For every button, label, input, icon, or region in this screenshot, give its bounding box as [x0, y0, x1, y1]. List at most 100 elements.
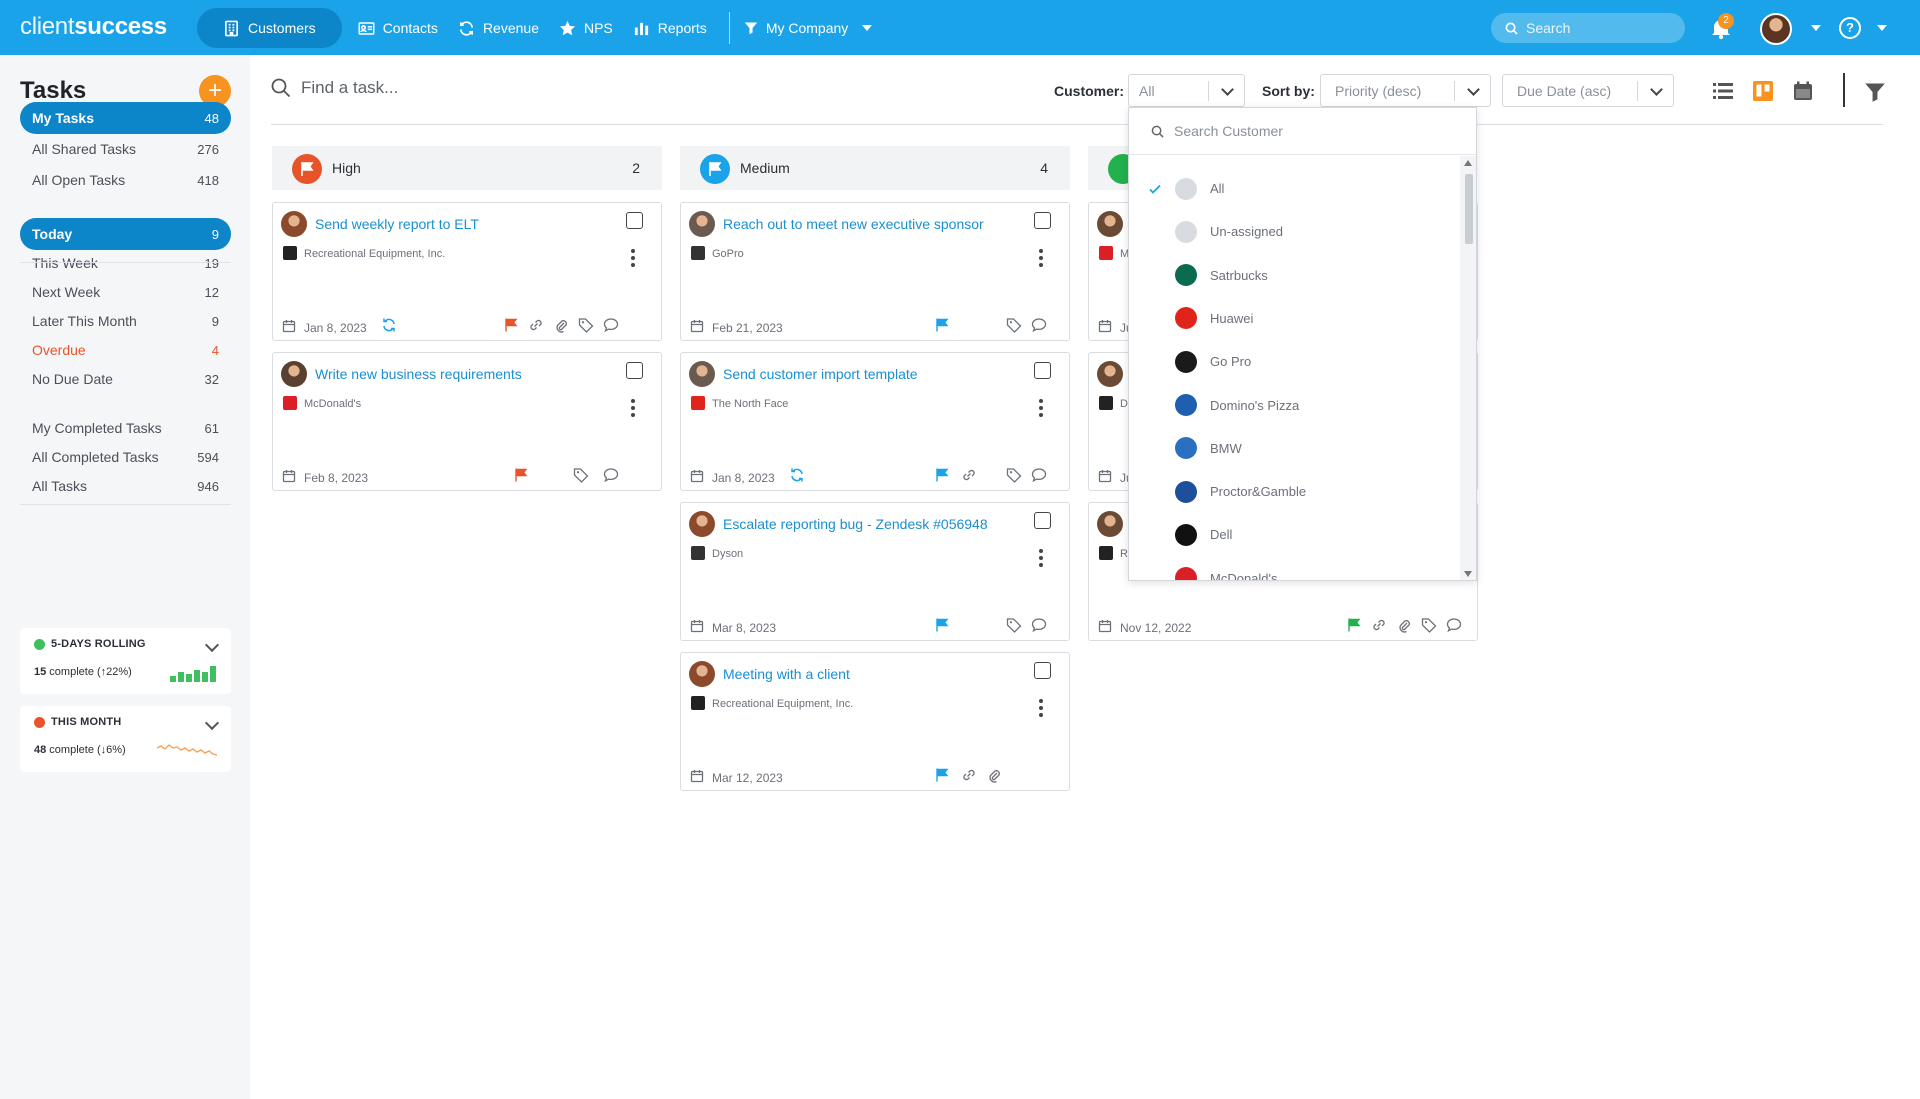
assignee-avatar[interactable] — [689, 661, 715, 687]
task-title-link[interactable]: Meeting with a client — [723, 666, 850, 682]
sidebar-item[interactable]: Today 9 — [20, 218, 231, 250]
task-card[interactable]: Write new business requirements McDonald'… — [272, 352, 662, 491]
stat-card-5-days-rolling[interactable]: 5-DAYS ROLLING 15 complete (↑22%) — [20, 628, 231, 694]
customer-option[interactable]: Domino's Pizza — [1129, 384, 1459, 427]
nav-reports[interactable]: Reports — [623, 8, 717, 48]
link-icon[interactable] — [528, 317, 544, 333]
secondary-sort-select[interactable]: Due Date (asc) — [1502, 74, 1674, 107]
paperclip-icon[interactable] — [986, 767, 1002, 783]
more-options-icon[interactable] — [1039, 399, 1043, 420]
chevron-down-icon[interactable] — [1877, 25, 1887, 31]
sort-select[interactable]: Priority (desc) — [1320, 74, 1491, 107]
sidebar-item[interactable]: No Due Date 32 — [20, 363, 231, 395]
find-task-search[interactable] — [271, 78, 601, 98]
sidebar-item[interactable]: All Open Tasks 418 — [20, 164, 231, 196]
more-options-icon[interactable] — [1039, 549, 1043, 570]
customer-option[interactable]: All — [1129, 167, 1459, 210]
customer-select[interactable]: All — [1128, 74, 1245, 107]
clientsuccess-logo[interactable]: clientsuccess — [20, 13, 167, 41]
customer-option[interactable]: BMW — [1129, 427, 1459, 470]
chevron-down-icon[interactable] — [204, 637, 220, 653]
comment-icon[interactable] — [1446, 617, 1462, 633]
assignee-avatar[interactable] — [281, 211, 307, 237]
assignee-avatar[interactable] — [689, 361, 715, 387]
chevron-down-icon[interactable] — [1811, 25, 1821, 31]
task-complete-checkbox[interactable] — [626, 212, 643, 229]
sidebar-item[interactable]: All Tasks 946 — [20, 470, 231, 502]
comment-icon[interactable] — [603, 317, 619, 333]
paperclip-icon[interactable] — [553, 317, 569, 333]
priority-flag-icon[interactable] — [503, 317, 519, 333]
task-card[interactable]: Send weekly report to ELT Recreational Eq… — [272, 202, 662, 341]
task-complete-checkbox[interactable] — [626, 362, 643, 379]
task-card[interactable]: Escalate reporting bug - Zendesk #056948… — [680, 502, 1070, 641]
sidebar-item[interactable]: My Completed Tasks 61 — [20, 412, 231, 444]
priority-flag-icon[interactable] — [934, 767, 950, 783]
task-complete-checkbox[interactable] — [1034, 662, 1051, 679]
global-search-input[interactable] — [1526, 20, 1676, 36]
task-title-link[interactable]: Send weekly report to ELT — [315, 216, 479, 232]
nav-contacts[interactable]: Contacts — [348, 8, 448, 48]
customer-search[interactable] — [1129, 108, 1476, 155]
sidebar-item[interactable]: This Week 19 — [20, 247, 231, 279]
task-card[interactable]: Meeting with a client Recreational Equipm… — [680, 652, 1070, 791]
more-options-icon[interactable] — [1039, 249, 1043, 270]
comment-icon[interactable] — [1031, 467, 1047, 483]
customer-option[interactable]: McDonald's — [1129, 557, 1459, 580]
scrollbar-thumb[interactable] — [1465, 174, 1473, 244]
task-card[interactable]: Send customer import template The North F… — [680, 352, 1070, 491]
scroll-down-icon[interactable] — [1464, 571, 1472, 577]
chevron-down-icon[interactable] — [204, 715, 220, 731]
tag-icon[interactable] — [1006, 617, 1022, 633]
nav-revenue[interactable]: Revenue — [448, 8, 549, 48]
customer-option[interactable]: Satrbucks — [1129, 254, 1459, 297]
tag-icon[interactable] — [578, 317, 594, 333]
stat-card-this-month[interactable]: THIS MONTH 48 complete (↓6%) — [20, 706, 231, 772]
comment-icon[interactable] — [603, 467, 619, 483]
link-icon[interactable] — [961, 767, 977, 783]
task-title-link[interactable]: Write new business requirements — [315, 366, 522, 382]
board-view-icon[interactable] — [1752, 80, 1774, 102]
task-complete-checkbox[interactable] — [1034, 362, 1051, 379]
user-avatar[interactable] — [1760, 13, 1792, 45]
tag-icon[interactable] — [1006, 317, 1022, 333]
task-title-link[interactable]: Escalate reporting bug - Zendesk #056948 — [723, 516, 988, 532]
task-complete-checkbox[interactable] — [1034, 512, 1051, 529]
tag-icon[interactable] — [1421, 617, 1437, 633]
customer-option[interactable]: Proctor&Gamble — [1129, 470, 1459, 513]
task-title-link[interactable]: Send customer import template — [723, 366, 918, 382]
comment-icon[interactable] — [1031, 317, 1047, 333]
priority-flag-icon[interactable] — [934, 317, 950, 333]
task-title-link[interactable]: Reach out to meet new executive sponsor — [723, 216, 984, 232]
assignee-avatar[interactable] — [1097, 211, 1123, 237]
task-complete-checkbox[interactable] — [1034, 212, 1051, 229]
customer-option[interactable]: Go Pro — [1129, 340, 1459, 383]
more-options-icon[interactable] — [1039, 699, 1043, 720]
comment-icon[interactable] — [1031, 617, 1047, 633]
customer-option[interactable]: Dell — [1129, 513, 1459, 556]
help-icon[interactable]: ? — [1839, 17, 1861, 39]
more-options-icon[interactable] — [631, 399, 635, 420]
calendar-view-icon[interactable] — [1792, 80, 1814, 102]
customer-option[interactable]: Huawei — [1129, 297, 1459, 340]
paperclip-icon[interactable] — [1396, 617, 1412, 633]
company-filter-dropdown[interactable]: My Company — [740, 8, 882, 48]
sidebar-item[interactable]: Next Week 12 — [20, 276, 231, 308]
more-options-icon[interactable] — [631, 249, 635, 270]
assignee-avatar[interactable] — [1097, 361, 1123, 387]
assignee-avatar[interactable] — [1097, 511, 1123, 537]
customer-search-input[interactable] — [1174, 123, 1424, 139]
priority-flag-icon[interactable] — [934, 617, 950, 633]
tag-icon[interactable] — [573, 467, 589, 483]
priority-flag-icon[interactable] — [513, 467, 529, 483]
filter-icon[interactable] — [1864, 81, 1886, 103]
nav-nps[interactable]: NPS — [549, 8, 623, 48]
nav-customers[interactable]: Customers — [197, 8, 342, 48]
priority-flag-icon[interactable] — [1346, 617, 1362, 633]
assignee-avatar[interactable] — [689, 211, 715, 237]
assignee-avatar[interactable] — [689, 511, 715, 537]
global-search[interactable] — [1491, 13, 1685, 43]
sidebar-item[interactable]: All Completed Tasks 594 — [20, 441, 231, 473]
sidebar-item[interactable]: Later This Month 9 — [20, 305, 231, 337]
link-icon[interactable] — [1371, 617, 1387, 633]
